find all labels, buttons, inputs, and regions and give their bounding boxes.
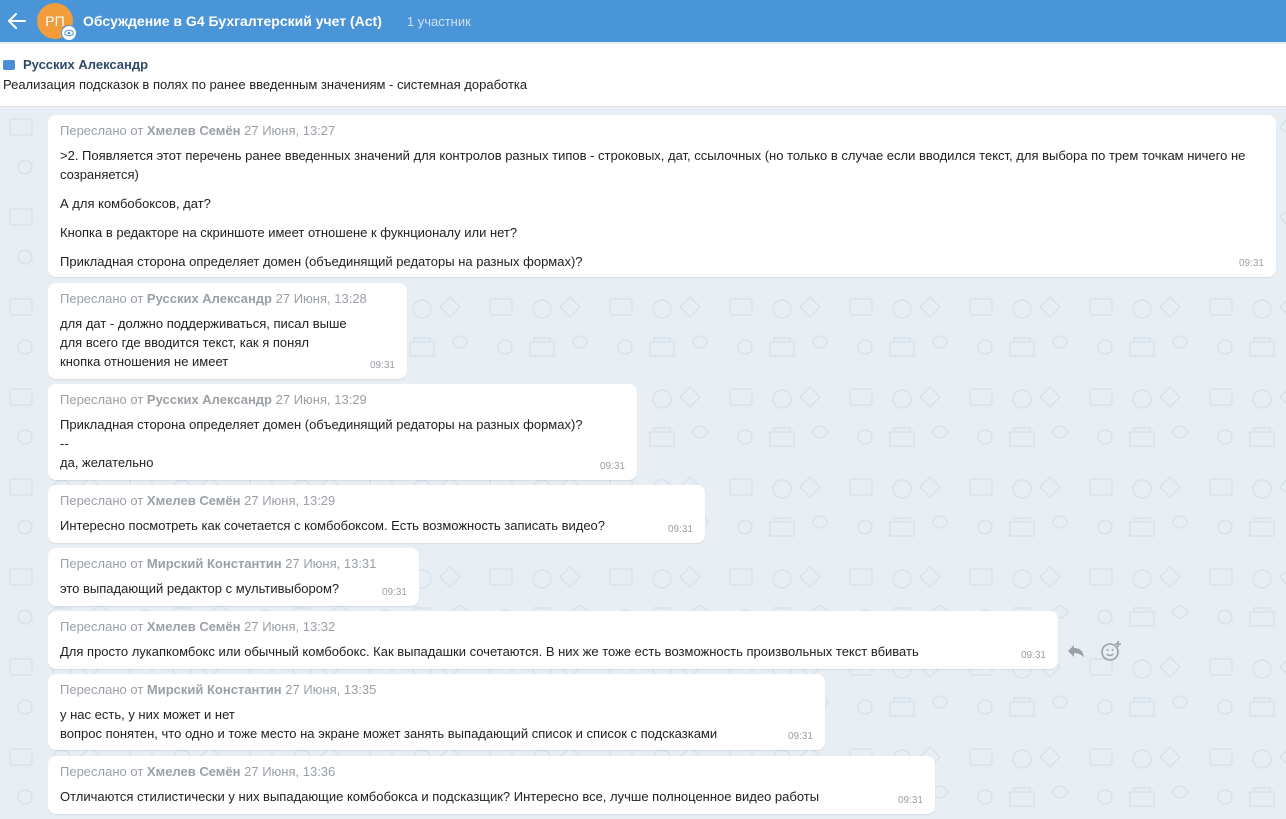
message-time: 09:31 [787, 731, 813, 742]
forward-date: 27 Июня, 13:31 [285, 556, 377, 571]
forwarded-label: Переслано от [60, 291, 144, 306]
forward-date: 27 Июня, 13:27 [244, 123, 336, 138]
chat-title[interactable]: Обсуждение в G4 Бухгалтерский учет (Act) [83, 13, 382, 29]
forward-header: Переслано от Хмелев Семён 27 Июня, 13:27 [60, 123, 1264, 138]
back-arrow-icon [8, 13, 26, 29]
add-reaction-icon [1101, 641, 1121, 661]
add-reaction-button[interactable] [1100, 640, 1122, 662]
forward-header: Переслано от Мирский Константин 27 Июня,… [60, 556, 407, 571]
eye-icon [61, 25, 77, 41]
reply-button[interactable] [1065, 640, 1087, 662]
forward-header: Переслано от Хмелев Семён 27 Июня, 13:29 [60, 493, 693, 508]
message-actions [1065, 640, 1135, 662]
avatar-initials: РП [45, 13, 65, 29]
forward-author[interactable]: Мирский Константин [147, 682, 282, 697]
message-paragraph: А для комбобоксов, дат? [60, 196, 211, 211]
forward-date: 27 Июня, 13:28 [275, 291, 367, 306]
message-text: Интересно посмотреть как сочетается с ко… [60, 516, 693, 535]
reply-icon [1068, 645, 1084, 658]
participants-count[interactable]: 1 участник [407, 14, 471, 29]
forward-author[interactable]: Хмелев Семён [147, 764, 241, 779]
back-button[interactable] [2, 0, 32, 42]
message-bubble[interactable]: Переслано от Хмелев Семён 27 Июня, 13:36… [48, 756, 935, 814]
message-list[interactable]: Переслано от Хмелев Семён 27 Июня, 13:27… [0, 107, 1286, 819]
forward-date: 27 Июня, 13:29 [244, 493, 336, 508]
message-time: 09:31 [381, 587, 407, 598]
message-time: 09:31 [369, 360, 395, 371]
forwarded-label: Переслано от [60, 123, 144, 138]
message-bubble[interactable]: Переслано от Мирский Константин 27 Июня,… [48, 548, 419, 606]
message-time: 09:31 [667, 524, 693, 535]
pinned-text: Реализация подсказок в полях по ранее вв… [3, 77, 528, 92]
forwarded-label: Переслано от [60, 619, 144, 634]
briefcase-icon [3, 59, 15, 70]
forward-date: 27 Июня, 13:29 [275, 392, 367, 407]
forward-header: Переслано от Хмелев Семён 27 Июня, 13:32 [60, 619, 1046, 634]
forward-header: Переслано от Русских Александр 27 Июня, … [60, 392, 625, 407]
message-bubble[interactable]: Переслано от Русских Александр 27 Июня, … [48, 384, 637, 480]
forward-header: Переслано от Русских Александр 27 Июня, … [60, 291, 395, 306]
forward-author[interactable]: Хмелев Семён [147, 493, 241, 508]
message-paragraph: Интересно посмотреть как сочетается с ко… [60, 518, 606, 533]
message-text: Для просто лукапкомбокс или обычный комб… [60, 642, 1046, 661]
message-paragraph: Для просто лукапкомбокс или обычный комб… [60, 644, 919, 659]
pinned-author: Русских Александр [23, 57, 149, 72]
chat-header: РП Обсуждение в G4 Бухгалтерский учет (A… [0, 0, 1286, 42]
message-text: у нас есть, у них может и нет вопрос пон… [60, 705, 813, 743]
message-paragraph: Прикладная сторона определяет домен (объ… [60, 254, 583, 269]
forwarded-label: Переслано от [60, 556, 144, 571]
message-bubble[interactable]: Переслано от Русских Александр 27 Июня, … [48, 283, 407, 379]
message-text: >2. Появляется этот перечень ранее введе… [60, 146, 1264, 271]
message-text: для дат - должно поддерживаться, писал в… [60, 314, 395, 371]
message-text: Прикладная сторона определяет домен (объ… [60, 415, 625, 472]
forwarded-label: Переслано от [60, 682, 144, 697]
forwarded-label: Переслано от [60, 493, 144, 508]
forwarded-label: Переслано от [60, 392, 144, 407]
forward-date: 27 Июня, 13:35 [285, 682, 377, 697]
message-time: 09:31 [1020, 650, 1046, 661]
forward-author[interactable]: Русских Александр [147, 392, 272, 407]
message-paragraph: это выпадающий редактор с мультивыбором? [60, 581, 340, 596]
forward-author[interactable]: Хмелев Семён [147, 619, 241, 634]
forwarded-label: Переслано от [60, 764, 144, 779]
forward-author[interactable]: Мирский Константин [147, 556, 282, 571]
message-text: это выпадающий редактор с мультивыбором? [60, 579, 407, 598]
message-time: 09:31 [1238, 258, 1264, 269]
forward-date: 27 Июня, 13:36 [244, 764, 336, 779]
message-time: 09:31 [599, 461, 625, 472]
forward-date: 27 Июня, 13:32 [244, 619, 336, 634]
message-paragraph: для дат - должно поддерживаться, писал в… [60, 316, 347, 369]
pinned-message[interactable]: Русских Александр Реализация подсказок в… [0, 44, 1286, 107]
forward-header: Переслано от Мирский Константин 27 Июня,… [60, 682, 813, 697]
forward-header: Переслано от Хмелев Семён 27 Июня, 13:36 [60, 764, 923, 779]
message-bubble[interactable]: Переслано от Хмелев Семён 27 Июня, 13:29… [48, 485, 705, 543]
message-text: Отличаются стилистически у них выпадающи… [60, 787, 923, 806]
message-bubble[interactable]: Переслано от Мирский Константин 27 Июня,… [48, 674, 825, 750]
message-paragraph: Кнопка в редакторе на скриншоте имеет от… [60, 225, 518, 240]
message-paragraph: у нас есть, у них может и нет вопрос пон… [60, 707, 718, 741]
message-bubble[interactable]: Переслано от Хмелев Семён 27 Июня, 13:32… [48, 611, 1058, 669]
forward-author[interactable]: Хмелев Семён [147, 123, 241, 138]
message-paragraph: >2. Появляется этот перечень ранее введе… [60, 148, 1246, 182]
message-bubble[interactable]: Переслано от Хмелев Семён 27 Июня, 13:27… [48, 115, 1276, 277]
message-paragraph: Отличаются стилистически у них выпадающи… [60, 789, 820, 804]
message-time: 09:31 [897, 795, 923, 806]
message-paragraph: Прикладная сторона определяет домен (объ… [60, 417, 583, 470]
chat-avatar[interactable]: РП [37, 3, 77, 41]
forward-author[interactable]: Русских Александр [147, 291, 272, 306]
